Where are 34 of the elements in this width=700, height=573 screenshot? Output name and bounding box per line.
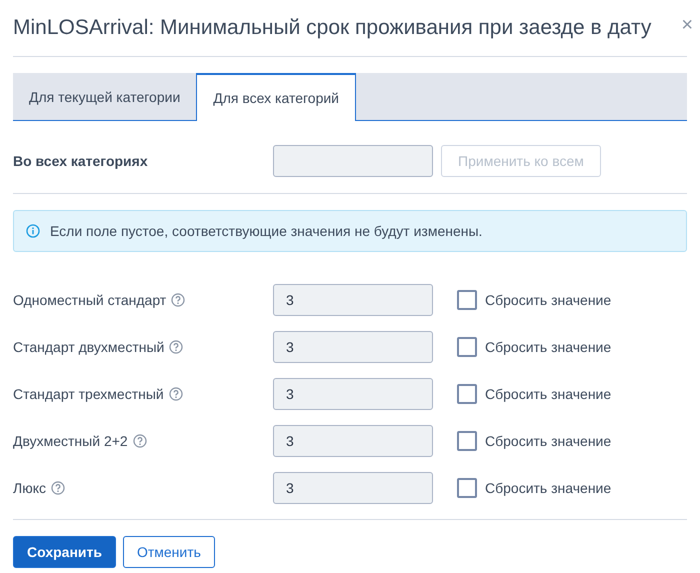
room-category-label: Стандарт трехместный <box>13 386 164 402</box>
checkbox-label: Сбросить значение <box>485 480 612 496</box>
room-category-label: Стандарт двухместный <box>13 338 164 354</box>
help-icon[interactable] <box>171 292 186 306</box>
input-field[interactable]: 3 <box>273 284 433 316</box>
info-text: Если поле пустое, соответствующие значения не будут изменены. <box>50 223 482 239</box>
input-field[interactable] <box>273 145 433 177</box>
window-title: MinLOSArrival: Минимальный срок проживания при заезде в дату <box>13 16 652 40</box>
field-label: Во всех категориях <box>13 153 149 169</box>
input-field[interactable]: 3 <box>273 424 433 456</box>
help-icon[interactable] <box>168 386 183 400</box>
tab[interactable]: Для всех категорий <box>196 73 356 121</box>
checkbox-label: Сбросить значение <box>485 432 612 448</box>
checkbox-label: Сбросить значение <box>485 292 612 308</box>
room-category-label: Двухместный 2+2 <box>13 432 128 448</box>
checkbox[interactable] <box>457 478 477 498</box>
checkbox[interactable] <box>457 290 477 310</box>
help-icon[interactable] <box>50 480 65 494</box>
input-field[interactable]: 3 <box>273 378 433 410</box>
checkbox-label: Сбросить значение <box>485 386 612 402</box>
room-category-label: Одноместный стандарт <box>13 292 166 308</box>
help-icon[interactable] <box>169 340 184 354</box>
checkbox-label: Сбросить значение <box>485 338 612 354</box>
input-field[interactable]: 3 <box>273 472 433 504</box>
checkbox[interactable] <box>457 384 477 404</box>
checkbox[interactable] <box>457 430 477 450</box>
input-field[interactable]: 3 <box>273 330 433 362</box>
cancel-button[interactable]: Отменить <box>122 536 215 568</box>
room-category-label: Люкс <box>13 480 46 496</box>
tab[interactable]: Для текущей категории <box>13 73 196 120</box>
info-icon <box>26 224 40 238</box>
help-icon[interactable] <box>132 434 147 448</box>
checkbox[interactable] <box>457 336 477 356</box>
save-button[interactable]: Сохранить <box>13 536 116 568</box>
